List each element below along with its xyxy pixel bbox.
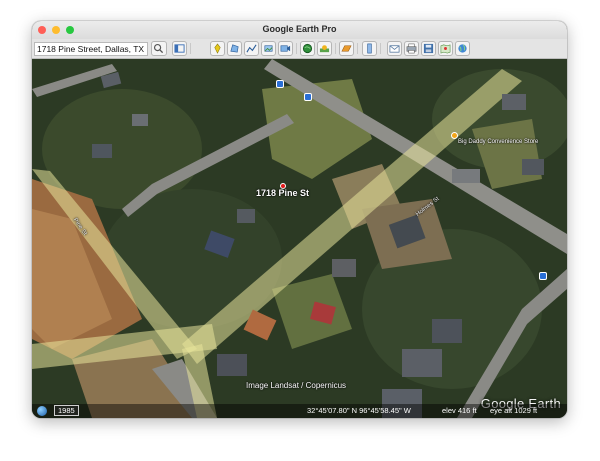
store-pin-icon[interactable] (451, 132, 458, 139)
record-tour-button[interactable] (278, 41, 293, 56)
ruler-button[interactable] (362, 41, 377, 56)
search-icon (153, 43, 164, 54)
imagery-credit: Image Landsat / Copernicus (246, 381, 347, 390)
planets-icon (341, 45, 352, 52)
path-icon (246, 44, 257, 53)
add-polygon-button[interactable] (227, 41, 242, 56)
globe-icon (458, 44, 467, 53)
maps-icon (440, 44, 451, 54)
transit-stop-icon[interactable] (276, 80, 284, 88)
store-label[interactable]: Big Daddy Convenience Store (458, 139, 538, 145)
satellite-imagery (32, 59, 567, 418)
email-button[interactable] (387, 41, 402, 56)
toolbar: 1718 Pine Street, Dallas, TX (32, 39, 567, 59)
add-placemark-button[interactable] (210, 41, 225, 56)
save-image-button[interactable] (421, 41, 436, 56)
map-view[interactable]: 1718 Pine St Big Daddy Convenience Store… (32, 59, 567, 418)
ruler-icon (367, 43, 372, 54)
earth-gallery-button[interactable] (455, 41, 470, 56)
title-bar: Google Earth Pro (32, 21, 567, 39)
placemark-icon (214, 43, 221, 54)
tour-icon (280, 45, 291, 52)
google-earth-window: Google Earth Pro 1718 Pine Street, Dalla… (32, 21, 567, 418)
window-title: Google Earth Pro (262, 24, 337, 34)
sidebar-icon (174, 44, 185, 53)
transit-stop-icon[interactable] (304, 93, 312, 101)
add-path-button[interactable] (244, 41, 259, 56)
status-bar: 1985 32°45'07.80" N 96°45'58.45" W elev … (32, 404, 567, 418)
globe-icon[interactable] (37, 406, 47, 416)
add-overlay-button[interactable] (261, 41, 276, 56)
email-icon (389, 45, 400, 53)
toolbar-separator (335, 43, 336, 54)
print-button[interactable] (404, 41, 419, 56)
transit-stop-icon[interactable] (539, 272, 547, 280)
sidebar-toggle-button[interactable] (172, 41, 187, 56)
toolbar-separator (357, 43, 358, 54)
toolbar-separator (380, 43, 381, 54)
overlay-icon (264, 45, 273, 52)
sunlight-button[interactable] (317, 41, 332, 56)
elevation-readout: elev 416 ft (442, 406, 477, 415)
toolbar-separator (296, 43, 297, 54)
toolbar-separator (190, 43, 191, 54)
search-button[interactable] (151, 41, 167, 56)
coordinates-readout: 32°45'07.80" N 96°45'58.45" W (307, 406, 411, 415)
sun-icon (319, 45, 330, 53)
historical-imagery-button[interactable] (300, 41, 315, 56)
search-input[interactable]: 1718 Pine Street, Dallas, TX (34, 42, 148, 56)
save-image-icon (423, 43, 434, 54)
polygon-icon (230, 44, 239, 53)
eye-altitude-readout: eye alt 1029 ft (490, 406, 538, 415)
address-label: 1718 Pine St (256, 188, 310, 198)
switch-planet-button[interactable] (339, 41, 354, 56)
print-icon (406, 43, 417, 54)
historical-imagery-year[interactable]: 1985 (54, 405, 79, 416)
globe-icon (302, 43, 313, 54)
view-in-maps-button[interactable] (438, 41, 453, 56)
